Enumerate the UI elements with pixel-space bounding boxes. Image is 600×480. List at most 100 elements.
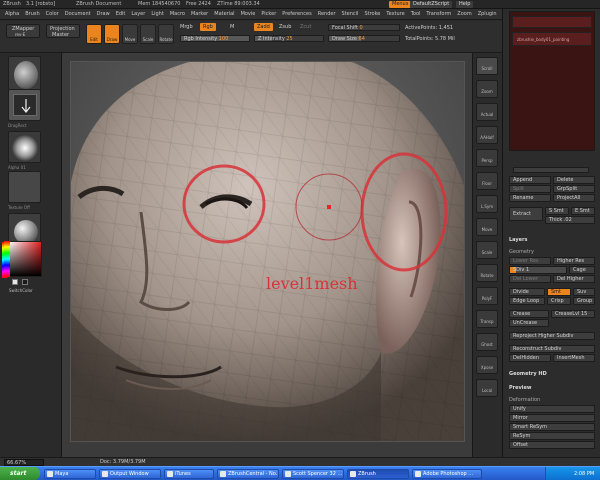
taskbar-item[interactable]: Scott Spencer 32 ...: [282, 469, 344, 479]
shelf-lsym-button[interactable]: L.Sym: [476, 195, 498, 213]
suv-toggle[interactable]: Suv: [573, 288, 595, 296]
menu-texture[interactable]: Texture: [383, 9, 407, 19]
subtool-list[interactable]: zbrushie_body01_painting: [509, 11, 595, 151]
focal-shift-slider[interactable]: Focal Shift 0: [328, 24, 400, 31]
alpha-button[interactable]: [8, 131, 41, 163]
menu-preferences[interactable]: Preferences: [279, 9, 314, 19]
menu-marker[interactable]: Marker: [188, 9, 211, 19]
rotate-button[interactable]: Rotate: [158, 24, 174, 44]
head-render[interactable]: [71, 62, 465, 442]
menu-zplugin[interactable]: Zplugin: [475, 9, 500, 19]
zsub-toggle[interactable]: Zsub: [279, 24, 291, 30]
append-button[interactable]: Append: [509, 176, 551, 184]
zadd-toggle[interactable]: Zadd: [254, 23, 273, 31]
menu-material[interactable]: Material: [211, 9, 237, 19]
menu-color[interactable]: Color: [43, 9, 62, 19]
taskbar-item[interactable]: Maya: [44, 469, 96, 479]
menu-draw[interactable]: Draw: [94, 9, 113, 19]
texture-button[interactable]: [8, 171, 41, 203]
switch-color-button[interactable]: SwitchColor: [9, 288, 33, 293]
lower-res-button[interactable]: Lower Res: [509, 257, 551, 265]
taskbar-item[interactable]: ZBrushCentral - No...: [217, 469, 279, 479]
z-intensity-slider[interactable]: Z Intensity 25: [254, 35, 324, 42]
crease-level-slider[interactable]: CreaseLvl 15: [551, 310, 595, 318]
unify-button[interactable]: Unify: [509, 405, 595, 413]
secondary-color-swatch[interactable]: [12, 279, 18, 285]
menu-picker[interactable]: Picker: [258, 9, 279, 19]
menu-layer[interactable]: Layer: [128, 9, 148, 19]
subtool-item-2[interactable]: zbrushie_body01_painting: [512, 32, 592, 46]
document-canvas[interactable]: level1mesh: [70, 61, 465, 442]
menu-document[interactable]: Document: [62, 9, 94, 19]
offset-slider[interactable]: Offset: [509, 441, 595, 449]
geometry-section[interactable]: Geometry: [509, 249, 534, 255]
sdiv-slider[interactable]: SDiv 1: [509, 266, 567, 274]
shelf-polyf-button[interactable]: PolyF: [476, 287, 498, 305]
crisp-toggle[interactable]: Crisp: [547, 297, 571, 305]
menu-brush[interactable]: Brush: [22, 9, 42, 19]
subtool-scroll[interactable]: [513, 167, 589, 173]
insertmesh-button[interactable]: InsertMesh: [553, 354, 595, 362]
default-zscript-button[interactable]: DefaultZScript: [410, 1, 453, 8]
rename-button[interactable]: Rename: [509, 194, 551, 202]
draw-button[interactable]: Draw: [104, 24, 120, 44]
zmapper-button[interactable]: ZMapper rev-E: [6, 24, 40, 38]
group-toggle[interactable]: Group: [573, 297, 595, 305]
geometry-hd-section[interactable]: Geometry HD: [509, 371, 547, 377]
shelf-move-button[interactable]: Move: [476, 218, 498, 236]
menu-edit[interactable]: Edit: [113, 9, 129, 19]
menu-macro[interactable]: Macro: [167, 9, 188, 19]
split-button[interactable]: Split: [509, 185, 551, 193]
taskbar-item[interactable]: iTunes: [164, 469, 214, 479]
mirror-button[interactable]: Mirror: [509, 414, 595, 422]
smart-resym-button[interactable]: Smart ReSym: [509, 423, 595, 431]
preview-section[interactable]: Preview: [509, 385, 532, 391]
crease-button[interactable]: Crease: [509, 310, 549, 318]
higher-res-button[interactable]: Higher Res: [553, 257, 595, 265]
edge-loop-button[interactable]: Edge Loop: [509, 297, 545, 305]
stroke-button[interactable]: [8, 89, 41, 121]
delete-button[interactable]: Delete: [553, 176, 595, 184]
delhidden-button[interactable]: DelHidden: [509, 354, 551, 362]
shelf-rotate-button[interactable]: Rotate: [476, 264, 498, 282]
smt-toggle[interactable]: Smt: [547, 288, 571, 296]
menu-render[interactable]: Render: [315, 9, 339, 19]
taskbar-item[interactable]: Output Window: [99, 469, 161, 479]
shelf-persp-button[interactable]: Persp: [476, 149, 498, 167]
shelf-zoom-button[interactable]: Zoom: [476, 80, 498, 98]
menu-stencil[interactable]: Stencil: [339, 9, 362, 19]
projection-master-button[interactable]: Projection Master: [46, 24, 80, 38]
s-smt-toggle[interactable]: S Smt: [545, 207, 569, 215]
grpsplit-button[interactable]: GrpSplit: [553, 185, 595, 193]
shelf-local-button[interactable]: Local: [476, 379, 498, 397]
taskbar-item[interactable]: ZBrush: [347, 469, 409, 479]
zcut-toggle[interactable]: Zcut: [300, 24, 311, 30]
shelf-aahalf-button[interactable]: AAHalf: [476, 126, 498, 144]
del-higher-button[interactable]: Del Higher: [553, 275, 595, 283]
del-lower-button[interactable]: Del Lower: [509, 275, 551, 283]
subtool-item-1[interactable]: [512, 16, 592, 28]
shelf-floor-button[interactable]: Floor: [476, 172, 498, 190]
deformation-section[interactable]: Deformation: [509, 397, 540, 403]
menus-button[interactable]: Menus: [389, 1, 412, 8]
draw-size-slider[interactable]: Draw Size 64: [328, 35, 400, 42]
cage-button[interactable]: Cage: [569, 266, 595, 274]
shelf-scroll-button[interactable]: Scroll: [476, 57, 498, 75]
layers-section[interactable]: Layers: [509, 237, 528, 243]
divide-button[interactable]: Divide: [509, 288, 545, 296]
menu-stroke[interactable]: Stroke: [361, 9, 383, 19]
menu-light[interactable]: Light: [148, 9, 166, 19]
projectall-button[interactable]: ProjectAll: [553, 194, 595, 202]
menu-transform[interactable]: Transform: [423, 9, 454, 19]
mrgb-toggle[interactable]: Mrgb: [180, 24, 193, 30]
resym-button[interactable]: ReSym: [509, 432, 595, 440]
rgb-intensity-slider[interactable]: Rgb Intensity 100: [180, 35, 250, 42]
zoom-level[interactable]: 66.67%: [4, 459, 44, 466]
move-button[interactable]: Move: [122, 24, 138, 44]
shelf-transp-button[interactable]: Transp: [476, 310, 498, 328]
reproject-higher-subdiv-button[interactable]: Reproject Higher Subdiv: [509, 332, 595, 340]
menu-alpha[interactable]: Alpha: [2, 9, 22, 19]
shelf-scale-button[interactable]: Scale: [476, 241, 498, 259]
extract-button[interactable]: Extract: [509, 207, 543, 221]
taskbar-item[interactable]: Adobe Photoshop ...: [412, 469, 482, 479]
